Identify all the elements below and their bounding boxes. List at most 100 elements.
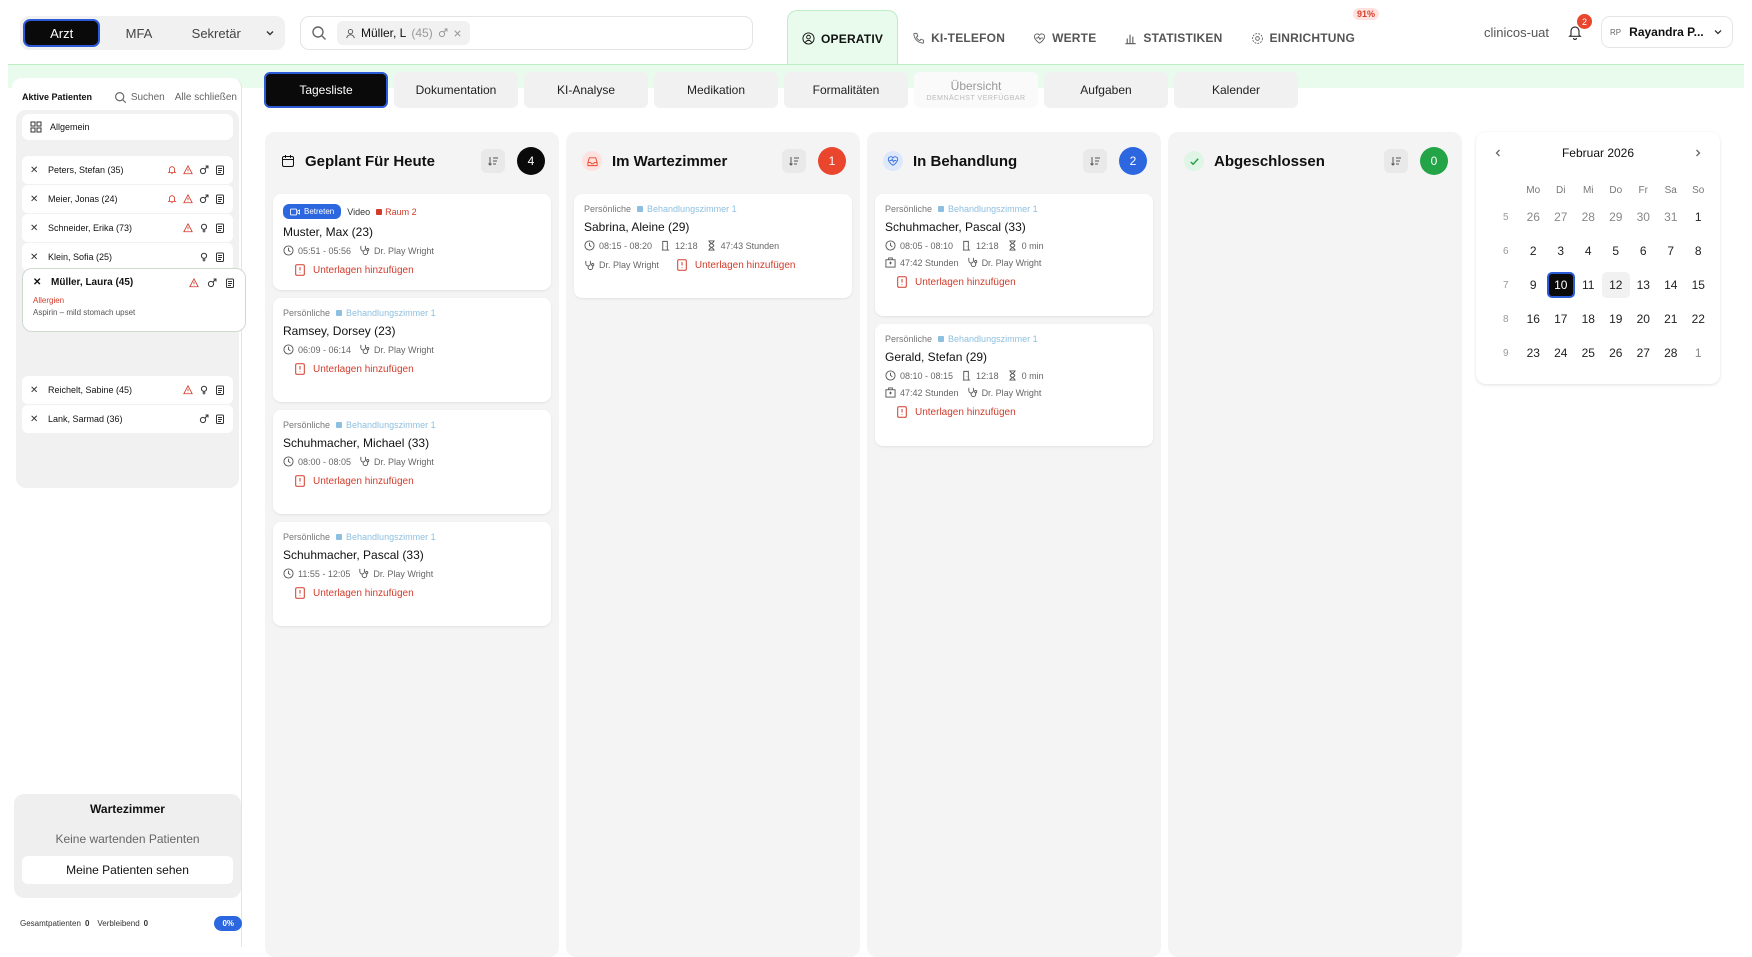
calendar-day[interactable]: 27	[1547, 210, 1575, 224]
calendar-day[interactable]: 8	[1685, 244, 1713, 258]
appointment-card[interactable]: Persönliche Behandlungszimmer 1 Ramsey, D…	[273, 298, 551, 402]
sidebar-patient-row[interactable]: ✕ Meier, Jonas (24)	[22, 185, 233, 213]
tab-formalitaeten[interactable]: Formalitäten	[784, 72, 908, 108]
add-documents-link[interactable]: Unterlagen hinzufügen	[295, 363, 541, 375]
appointment-card[interactable]: Persönliche Behandlungszimmer 1 Sabrina, …	[574, 194, 852, 298]
notifications-button[interactable]: 2	[1563, 14, 1593, 44]
calendar-day[interactable]: 29	[1602, 210, 1630, 224]
tab-ki-analyse[interactable]: KI-Analyse	[524, 72, 648, 108]
appointment-card[interactable]: Persönliche Behandlungszimmer 1 Schuhmach…	[273, 522, 551, 626]
tab-aufgaben[interactable]: Aufgaben	[1044, 72, 1168, 108]
join-video-button[interactable]: Betreten	[283, 204, 342, 219]
calendar-day[interactable]: 26	[1602, 346, 1630, 360]
calendar-day[interactable]: 22	[1685, 312, 1713, 326]
calendar-day[interactable]: 31	[1657, 210, 1685, 224]
close-icon[interactable]: ✕	[30, 385, 44, 396]
calendar-day[interactable]: 3	[1547, 244, 1575, 258]
calendar-day[interactable]: 11	[1575, 278, 1603, 292]
calendar-day[interactable]: 6	[1630, 244, 1658, 258]
calendar-day[interactable]: 18	[1575, 312, 1603, 326]
calendar-day[interactable]: 15	[1685, 278, 1713, 292]
appointment-card[interactable]: Persönliche Behandlungszimmer 1 Schuhmach…	[875, 194, 1153, 316]
female-icon	[200, 223, 208, 233]
calendar-day[interactable]: 21	[1657, 312, 1685, 326]
calendar-day[interactable]: 17	[1547, 312, 1575, 326]
calendar-day[interactable]: 13	[1630, 278, 1658, 292]
tab-dokumentation[interactable]: Dokumentation	[394, 72, 518, 108]
chevron-left-icon[interactable]	[1492, 147, 1504, 159]
close-icon[interactable]: ✕	[30, 223, 44, 234]
nav-operativ[interactable]: OPERATIV	[787, 10, 899, 66]
calendar-day[interactable]: 7	[1657, 244, 1685, 258]
appointment-card[interactable]: Betreten Video Raum 2 Muster, Max (23) 0…	[273, 194, 551, 290]
calendar-day[interactable]: 4	[1575, 244, 1603, 258]
calendar-day[interactable]: 2	[1520, 244, 1548, 258]
chevron-down-icon[interactable]	[259, 27, 282, 39]
calendar-day[interactable]: 14	[1657, 278, 1685, 292]
male-icon	[207, 278, 217, 287]
add-documents-link[interactable]: Unterlagen hinzufügen	[295, 475, 541, 487]
calendar-day[interactable]: 1	[1685, 210, 1713, 224]
sidebar-patient-row[interactable]: ✕ Lank, Sarmad (36)	[22, 405, 233, 433]
sidebar-patient-row[interactable]: ✕ Klein, Sofia (25)	[22, 243, 233, 271]
close-icon[interactable]: ✕	[30, 165, 44, 176]
add-documents-link[interactable]: Unterlagen hinzufügen	[677, 259, 800, 271]
patient-chip[interactable]: Müller, L (45)	[337, 21, 470, 45]
patient-search[interactable]: Müller, L (45)	[300, 16, 753, 50]
calendar-day[interactable]: 9	[1520, 278, 1548, 292]
sidebar-patient-row[interactable]: ✕ Peters, Stefan (35)	[22, 156, 233, 184]
sidebar-search-button[interactable]: Suchen	[114, 91, 165, 104]
document-alert-icon	[295, 264, 305, 276]
my-patients-button[interactable]: Meine Patienten sehen	[22, 856, 233, 884]
sidebar-patient-row[interactable]: ✕ Reichelt, Sabine (45)	[22, 376, 233, 404]
calendar-day[interactable]: 30	[1630, 210, 1658, 224]
tab-kalender[interactable]: Kalender	[1174, 72, 1298, 108]
calendar-day[interactable]: 26	[1520, 210, 1548, 224]
sort-button[interactable]	[782, 149, 806, 173]
calendar-day[interactable]: 24	[1547, 346, 1575, 360]
active-patient-card[interactable]: ✕ Müller, Laura (45) Allergien Aspirin –…	[22, 268, 246, 332]
sort-button[interactable]	[1384, 149, 1408, 173]
role-mfa[interactable]: MFA	[100, 19, 177, 47]
calendar-day[interactable]: 1	[1685, 346, 1713, 360]
bell-alert-icon	[167, 166, 177, 175]
nav-einrichtung[interactable]: EINRICHTUNG	[1237, 10, 1370, 66]
add-documents-link[interactable]: Unterlagen hinzufügen	[295, 264, 541, 276]
calendar-day[interactable]: 25	[1575, 346, 1603, 360]
close-all-button[interactable]: Alle schließen	[175, 92, 237, 103]
sort-button[interactable]	[481, 149, 505, 173]
chip-close-icon[interactable]	[453, 29, 462, 38]
calendar-day[interactable]: 23	[1520, 346, 1548, 360]
nav-ki-telefon[interactable]: KI-TELEFON	[898, 10, 1019, 66]
add-documents-link[interactable]: Unterlagen hinzufügen	[897, 276, 1143, 288]
calendar-day[interactable]: 28	[1575, 210, 1603, 224]
calendar-day[interactable]: 28	[1657, 346, 1685, 360]
nav-werte[interactable]: WERTE	[1019, 10, 1110, 66]
calendar-day[interactable]: 20	[1630, 312, 1658, 326]
nav-statistiken[interactable]: STATISTIKEN	[1110, 10, 1236, 66]
calendar-day[interactable]: 5	[1602, 244, 1630, 258]
chevron-right-icon[interactable]	[1692, 147, 1704, 159]
calendar-day[interactable]: 19	[1602, 312, 1630, 326]
appointment-card[interactable]: Persönliche Behandlungszimmer 1 Schuhmach…	[273, 410, 551, 514]
tab-tagesliste[interactable]: Tagesliste	[264, 72, 388, 108]
sidebar-item-allgemein[interactable]: Allgemein	[22, 114, 233, 140]
document-alert-icon	[677, 259, 687, 271]
role-sekretaer[interactable]: Sekretär	[178, 19, 255, 47]
sort-button[interactable]	[1083, 149, 1107, 173]
close-icon[interactable]: ✕	[30, 414, 44, 425]
close-icon[interactable]: ✕	[30, 194, 44, 205]
calendar-day-selected[interactable]: 10	[1547, 272, 1575, 298]
calendar-day[interactable]: 16	[1520, 312, 1548, 326]
add-documents-link[interactable]: Unterlagen hinzufügen	[295, 587, 541, 599]
calendar-day-highlighted[interactable]: 12	[1602, 272, 1630, 298]
tab-medikation[interactable]: Medikation	[654, 72, 778, 108]
add-documents-link[interactable]: Unterlagen hinzufügen	[897, 406, 1143, 418]
user-menu[interactable]: RP Rayandra P...	[1601, 16, 1733, 48]
close-icon[interactable]: ✕	[30, 252, 44, 263]
appointment-card[interactable]: Persönliche Behandlungszimmer 1 Gerald, S…	[875, 324, 1153, 446]
role-arzt[interactable]: Arzt	[23, 19, 101, 47]
calendar-day[interactable]: 27	[1630, 346, 1658, 360]
close-icon[interactable]: ✕	[33, 277, 49, 288]
sidebar-patient-row[interactable]: ✕ Schneider, Erika (73)	[22, 214, 233, 242]
